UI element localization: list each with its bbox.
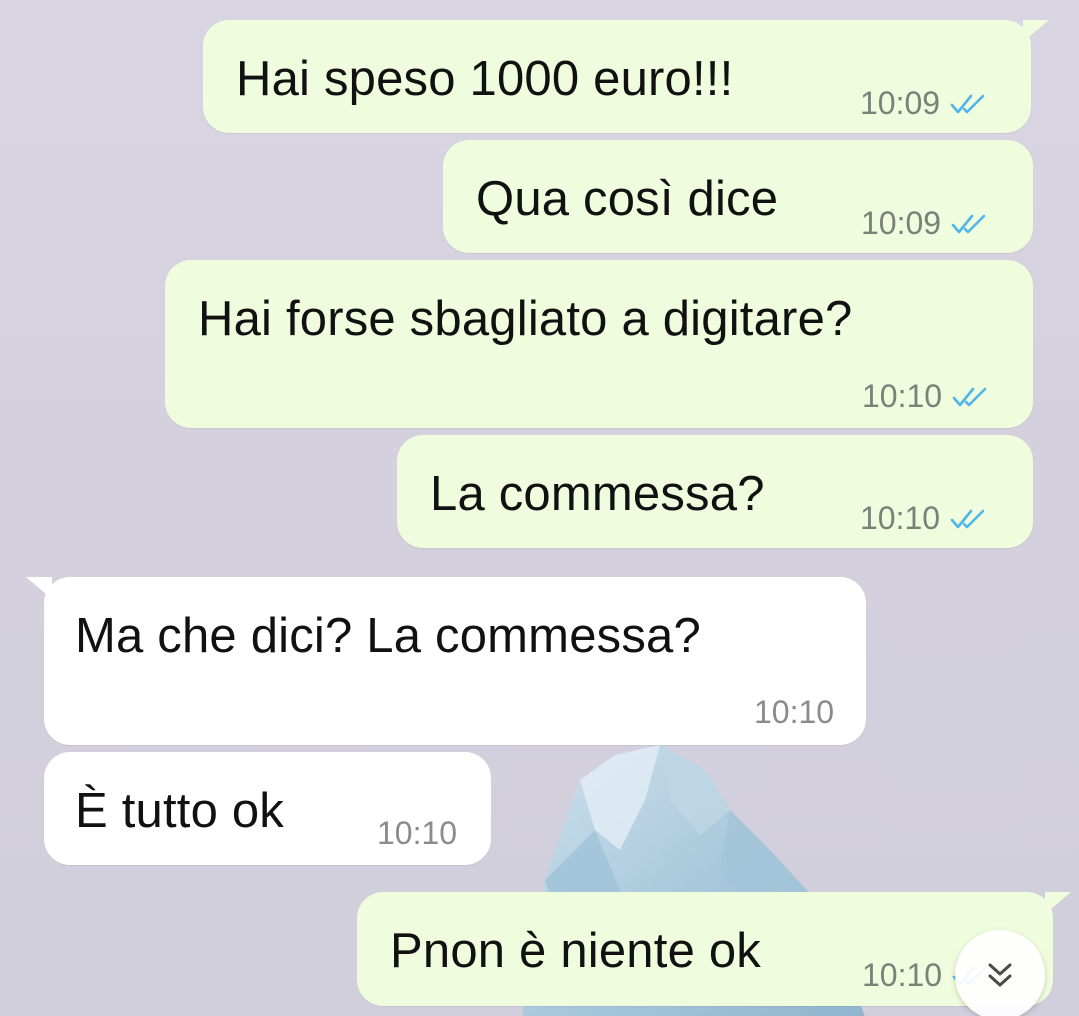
- message-text: Hai forse sbagliato a digitare?: [198, 292, 853, 346]
- message-meta: 10:10: [860, 500, 986, 537]
- message-bubble-incoming[interactable]: È tutto ok 10:10: [44, 752, 491, 865]
- double-check-icon: [950, 94, 985, 113]
- message-text: È tutto ok: [75, 784, 285, 838]
- message-bubble-outgoing[interactable]: Pnon è niente ok 10:10: [357, 892, 1071, 1006]
- message-text: Ma che dici? La commessa?: [75, 609, 701, 663]
- message-bubble-outgoing[interactable]: Hai forse sbagliato a digitare? 10:10: [165, 260, 1033, 428]
- double-check-icon: [951, 214, 986, 233]
- message-text: La commessa?: [430, 467, 765, 521]
- message-time: 10:10: [860, 500, 941, 536]
- bubble-tail: [1045, 892, 1071, 914]
- bubble-tail: [1023, 20, 1049, 42]
- message-meta: 10:09: [860, 85, 986, 122]
- message-text: Hai speso 1000 euro!!!: [236, 52, 734, 106]
- message-time: 10:09: [861, 205, 942, 241]
- message-time: 10:09: [860, 85, 941, 121]
- message-bubble-outgoing[interactable]: La commessa? 10:10: [397, 435, 1033, 548]
- message-time: 10:10: [377, 815, 458, 851]
- message-time: 10:10: [862, 957, 943, 993]
- scroll-to-bottom-button[interactable]: [955, 930, 1045, 1016]
- message-bubble-incoming[interactable]: Ma che dici? La commessa? 10:10: [26, 577, 866, 745]
- double-check-icon: [952, 387, 987, 406]
- message-time: 10:10: [754, 694, 835, 730]
- message-time: 10:10: [862, 378, 943, 414]
- message-bubble-outgoing[interactable]: Qua così dice 10:09: [443, 140, 1033, 253]
- bubble-tail: [26, 577, 52, 599]
- double-check-icon: [950, 509, 985, 528]
- message-text: Pnon è niente ok: [390, 924, 761, 978]
- message-bubble-outgoing[interactable]: Hai speso 1000 euro!!! 10:09: [203, 20, 1049, 133]
- message-meta: 10:09: [861, 205, 987, 242]
- message-meta: 10:10: [862, 378, 988, 415]
- chat-background: Hai speso 1000 euro!!! 10:09 Qua così di…: [0, 0, 1079, 1016]
- double-chevron-down-icon: [988, 963, 1012, 987]
- message-text: Qua così dice: [476, 172, 779, 226]
- message-meta: 10:10: [377, 815, 457, 852]
- message-meta: 10:10: [754, 694, 834, 731]
